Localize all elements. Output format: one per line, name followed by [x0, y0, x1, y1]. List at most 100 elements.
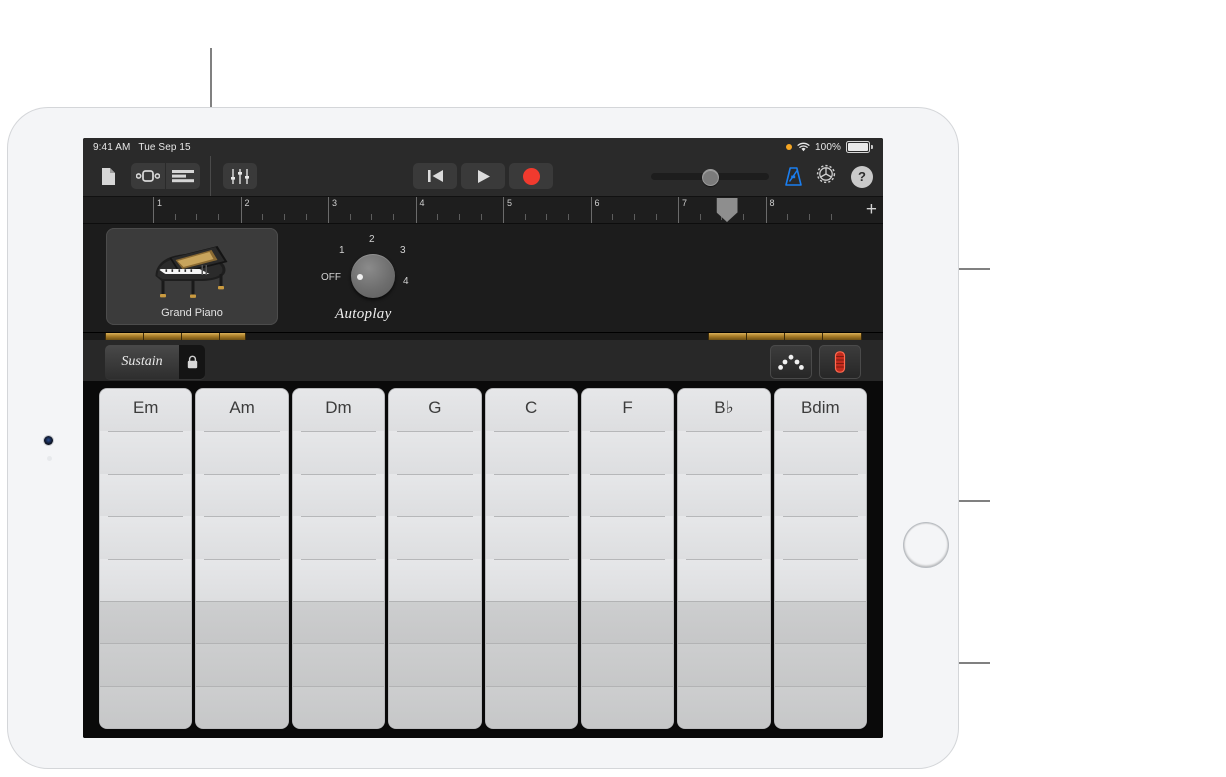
chord-segment[interactable] — [774, 473, 866, 517]
chord-segment[interactable] — [196, 516, 288, 559]
chord-segment[interactable] — [581, 473, 674, 517]
bass-segment[interactable] — [389, 643, 481, 686]
chord-strip[interactable]: G — [389, 389, 481, 728]
chord-segment[interactable] — [389, 473, 481, 517]
chord-segment[interactable] — [292, 473, 385, 517]
autoplay-knob[interactable] — [351, 254, 395, 298]
chord-segment[interactable] — [100, 558, 192, 601]
chord-strip[interactable]: Am — [196, 389, 288, 728]
chord-segment[interactable] — [100, 516, 192, 559]
chord-segment[interactable] — [678, 558, 770, 601]
bass-segment[interactable] — [389, 685, 481, 728]
bass-segment[interactable] — [100, 643, 192, 686]
rewind-to-start-button[interactable] — [413, 163, 457, 189]
bass-segment[interactable] — [485, 685, 577, 728]
chord-segment[interactable] — [485, 558, 577, 601]
sustain-lock-button[interactable] — [179, 345, 205, 379]
bass-segment[interactable] — [678, 600, 770, 644]
chord-segment[interactable] — [292, 516, 385, 559]
record-button[interactable] — [509, 163, 553, 189]
chord-segment[interactable]: F — [581, 389, 674, 432]
sustain-button[interactable]: Sustain — [105, 345, 179, 379]
chord-segment[interactable] — [485, 431, 577, 474]
bass-segment[interactable] — [678, 685, 770, 728]
bass-segment[interactable] — [196, 600, 288, 644]
chord-segment[interactable] — [100, 473, 192, 517]
autoplay-pos-2: 2 — [369, 234, 375, 245]
chord-segment[interactable] — [389, 516, 481, 559]
chord-segment[interactable]: B♭ — [678, 389, 770, 432]
timeline-ruler[interactable]: 1 2 3 4 5 6 7 8 + — [83, 197, 883, 224]
chord-segment[interactable] — [292, 431, 385, 474]
chord-segment[interactable] — [774, 431, 866, 474]
add-section-button[interactable]: + — [866, 200, 877, 219]
chord-dots-button[interactable] — [770, 345, 812, 379]
chord-strip[interactable]: B♭ — [678, 389, 770, 728]
chord-segment[interactable] — [196, 473, 288, 517]
chord-segment[interactable] — [581, 516, 674, 559]
bass-segment[interactable] — [100, 600, 192, 644]
chord-segment[interactable] — [774, 516, 866, 559]
note-strip-button[interactable] — [819, 345, 861, 379]
bass-segment[interactable] — [581, 685, 674, 728]
chord-strip[interactable]: F — [581, 389, 674, 728]
chord-segment[interactable] — [485, 516, 577, 559]
chord-segment[interactable] — [292, 558, 385, 601]
bass-segment[interactable] — [100, 685, 192, 728]
bass-segment[interactable] — [678, 643, 770, 686]
bass-segment[interactable] — [292, 600, 385, 644]
chord-segment[interactable] — [389, 558, 481, 601]
chord-label: Am — [229, 398, 255, 417]
chord-segment[interactable] — [678, 473, 770, 517]
bass-segment[interactable] — [581, 600, 674, 644]
chord-strip[interactable]: Dm — [292, 389, 385, 728]
chord-segment[interactable] — [678, 516, 770, 559]
performance-control-bar: Sustain — [83, 340, 883, 385]
volume-knob[interactable] — [702, 169, 719, 186]
play-button[interactable] — [461, 163, 505, 189]
settings-gear-icon[interactable] — [815, 163, 837, 190]
bass-segment[interactable] — [774, 643, 866, 686]
chord-label: F — [622, 398, 633, 417]
help-button[interactable]: ? — [851, 165, 873, 188]
chord-segment[interactable]: C — [485, 389, 577, 432]
tracks-list-icon[interactable] — [165, 163, 200, 189]
chord-segment[interactable]: Em — [100, 389, 192, 432]
chord-segment[interactable] — [196, 431, 288, 474]
bass-segment[interactable] — [485, 643, 577, 686]
bass-segment[interactable] — [292, 685, 385, 728]
instrument-card[interactable]: Grand Piano — [106, 228, 278, 325]
metronome-icon[interactable] — [783, 166, 804, 192]
bass-segment[interactable] — [292, 643, 385, 686]
bass-segment[interactable] — [774, 685, 866, 728]
track-view-icon[interactable] — [131, 163, 165, 189]
chord-segment[interactable] — [581, 558, 674, 601]
chord-segment[interactable]: Dm — [292, 389, 385, 432]
instrument-panel: Grand Piano OFF 1 2 3 4 Autoplay — [83, 224, 883, 333]
bass-segment[interactable] — [389, 600, 481, 644]
chord-segment[interactable] — [196, 558, 288, 601]
chord-strip[interactable]: Em — [100, 389, 192, 728]
chord-segment[interactable]: Bdim — [774, 389, 866, 432]
chord-segment[interactable] — [678, 431, 770, 474]
chord-segment[interactable] — [100, 431, 192, 474]
bass-segment[interactable] — [581, 643, 674, 686]
playhead-marker[interactable] — [716, 198, 738, 222]
chord-strip[interactable]: C — [485, 389, 577, 728]
master-volume-slider[interactable] — [651, 169, 769, 186]
home-button[interactable] — [904, 523, 948, 567]
chord-strip[interactable]: Bdim — [774, 389, 866, 728]
chord-segment[interactable] — [774, 558, 866, 601]
bass-segment[interactable] — [196, 685, 288, 728]
bass-segment[interactable] — [774, 600, 866, 644]
chord-segment[interactable]: Am — [196, 389, 288, 432]
bar-number: 3 — [332, 198, 338, 208]
bass-segment[interactable] — [485, 600, 577, 644]
chord-segment[interactable] — [581, 431, 674, 474]
chord-segment[interactable] — [485, 473, 577, 517]
document-icon[interactable] — [93, 163, 123, 189]
mixer-sliders-icon[interactable] — [223, 163, 257, 189]
chord-segment[interactable] — [389, 431, 481, 474]
chord-segment[interactable]: G — [389, 389, 481, 432]
bass-segment[interactable] — [196, 643, 288, 686]
